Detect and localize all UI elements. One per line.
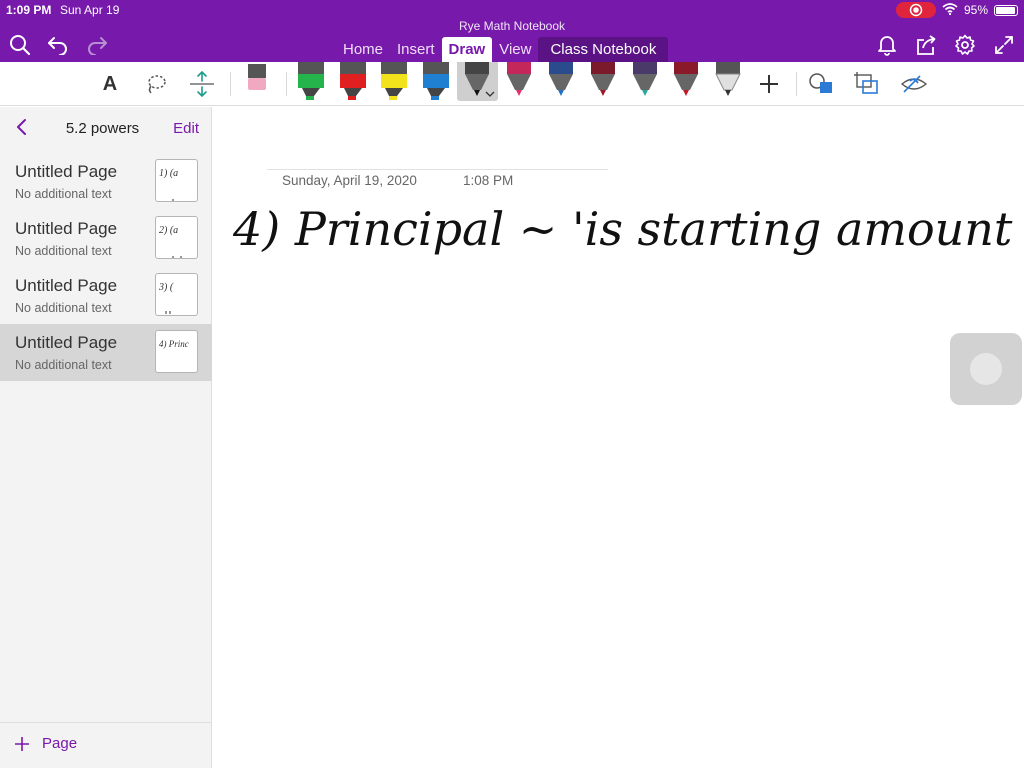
ink-replay-icon[interactable] [900, 62, 928, 106]
thumbnail-ink: 2) (a [159, 225, 178, 236]
title-bar: 1:09 PM Sun Apr 19 95% Rye Math Notebook… [0, 0, 1024, 62]
battery-icon [994, 4, 1018, 16]
expand-icon[interactable] [992, 33, 1016, 57]
bell-icon[interactable] [875, 33, 899, 57]
thumbnail-ink: 3) ( [158, 282, 174, 293]
page-title: Untitled Page [15, 276, 118, 295]
handwritten-ink[interactable]: 4) Principal ~ 'is starting amount [213, 107, 1024, 307]
page-list-item[interactable]: Untitled Page No additional text 3) ( [0, 267, 212, 324]
red-pen-icon[interactable] [674, 62, 698, 96]
black-pen-icon[interactable] [465, 62, 495, 97]
add-page-label: Page [42, 735, 78, 752]
status-date: Sun Apr 19 [60, 3, 120, 17]
tab-insert[interactable]: Insert [390, 37, 442, 62]
pink-pen-icon[interactable] [507, 62, 531, 96]
add-pen-icon[interactable] [757, 62, 781, 106]
assistive-touch-icon [970, 353, 1002, 385]
tab-home[interactable]: Home [336, 37, 390, 62]
page-title: Untitled Page [15, 219, 118, 238]
page-list-item[interactable]: Untitled Page No additional text 1) (a [0, 153, 212, 210]
thumbnail-ink: 4) Princ [159, 339, 189, 349]
sidebar-footer: Page [0, 722, 212, 768]
page-list-sidebar: 5.2 powers Edit Untitled Page No additio… [0, 107, 212, 768]
page-list-item[interactable]: Untitled Page No additional text 2) (a [0, 210, 212, 267]
page-subtitle: No additional text [15, 301, 112, 315]
page-title: Untitled Page [15, 162, 118, 181]
search-icon[interactable] [8, 33, 32, 57]
redo-icon[interactable] [85, 33, 109, 57]
ribbon-tabs: Home Insert Draw View Class Notebook [336, 37, 669, 62]
tab-class-notebook[interactable]: Class Notebook [538, 37, 669, 62]
ribbon-divider [796, 72, 797, 96]
wifi-icon [942, 2, 958, 18]
status-indicators: 95% [895, 2, 1018, 18]
thumbnail-ink: 1) (a [159, 168, 178, 179]
teal-pen-icon[interactable] [633, 62, 657, 96]
pencil-icon[interactable] [715, 62, 741, 96]
gear-icon[interactable] [953, 33, 977, 57]
status-time: 1:09 PM [6, 3, 52, 17]
tab-draw[interactable]: Draw [441, 37, 493, 62]
page-thumbnail: 2) (a [155, 216, 198, 259]
page-thumbnail: 1) (a [155, 159, 198, 202]
ink-to-shape-icon[interactable] [808, 62, 834, 106]
page-canvas[interactable]: Sunday, April 19, 2020 1:08 PM 4) Princi… [213, 107, 1024, 768]
battery-percent: 95% [963, 3, 988, 17]
screen-recording-icon[interactable] [895, 2, 936, 18]
tab-view[interactable]: View [492, 37, 538, 62]
draw-ribbon: A [0, 62, 1024, 106]
blue-pen-icon[interactable] [549, 62, 573, 96]
share-icon[interactable] [914, 33, 938, 57]
undo-icon[interactable] [46, 33, 70, 57]
page-title: Untitled Page [15, 333, 118, 352]
page-subtitle: No additional text [15, 244, 112, 258]
convert-ink-icon[interactable] [853, 62, 881, 106]
onenote-app: 1:09 PM Sun Apr 19 95% Rye Math Notebook… [0, 0, 1024, 768]
page-thumbnail: 3) ( [155, 273, 198, 316]
page-thumbnail: 4) Princ [155, 330, 198, 373]
edit-button[interactable]: Edit [173, 120, 199, 137]
add-page-button[interactable]: Page [14, 735, 77, 752]
assistive-touch-button[interactable] [950, 333, 1022, 405]
page-subtitle: No additional text [15, 187, 112, 201]
sidebar-header: 5.2 powers Edit [0, 107, 211, 149]
page-subtitle: No additional text [15, 358, 112, 372]
page-list-item[interactable]: Untitled Page No additional text 4) Prin… [0, 324, 212, 381]
ink-text: 4) Principal ~ 'is starting amount [232, 202, 1013, 256]
notebook-title: Rye Math Notebook [458, 19, 566, 33]
dark-red-pen-icon[interactable] [591, 62, 615, 96]
plus-icon [15, 736, 29, 751]
